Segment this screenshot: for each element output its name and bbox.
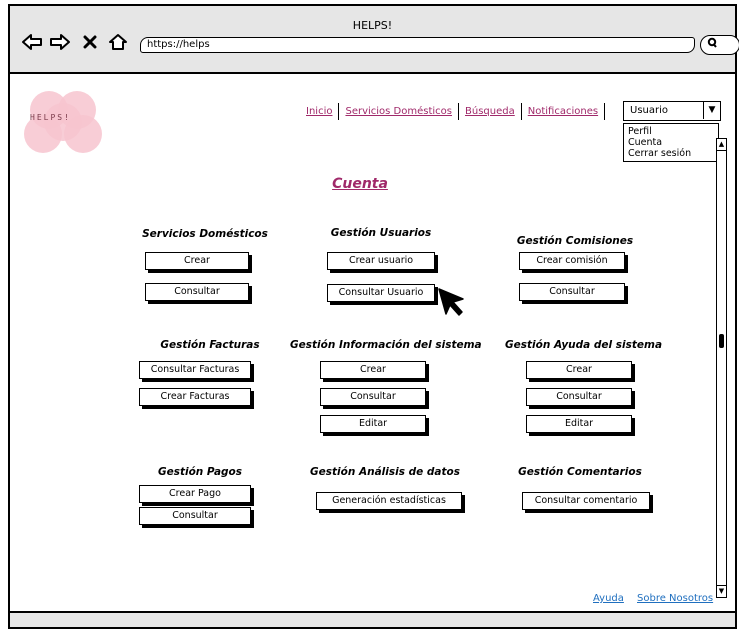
user-select[interactable]: Usuario ▼ [623, 101, 721, 121]
menu-item-cerrar-sesion[interactable]: Cerrar sesión [628, 148, 714, 159]
search-icon [707, 37, 717, 52]
footer-link-sobre-wrap: Sobre Nosotros [637, 593, 713, 604]
informacion-editar-button[interactable]: Editar [320, 415, 426, 433]
crear-facturas-button[interactable]: Crear Facturas [139, 388, 251, 406]
back-icon[interactable] [20, 30, 44, 54]
ayuda-crear-button[interactable]: Crear [526, 361, 632, 379]
pagos-consultar-button[interactable]: Consultar [139, 507, 251, 525]
footer-link-ayuda-wrap: Ayuda [593, 593, 624, 604]
servicios-consultar-button[interactable]: Consultar [145, 283, 249, 301]
section-heading-comentarios: Gestión Comentarios [518, 466, 642, 478]
section-heading-analisis: Gestión Análisis de datos [310, 466, 460, 478]
status-bar [10, 611, 735, 627]
nav-inicio[interactable]: Inicio [300, 106, 338, 117]
browser-toolbar: HELPS! https://helps [10, 6, 739, 74]
section-heading-servicios: Servicios Domésticos [142, 228, 268, 240]
chevron-down-icon[interactable]: ▼ [703, 102, 720, 119]
search-button[interactable] [700, 35, 739, 55]
nav-divider [604, 102, 606, 120]
ayuda-consultar-button[interactable]: Consultar [526, 388, 632, 406]
scroll-up-icon[interactable]: ▲ [717, 139, 726, 151]
section-heading-informacion: Gestión Información del sistema [290, 339, 482, 351]
mouse-cursor-icon [436, 286, 468, 322]
crear-usuario-button[interactable]: Crear usuario [327, 252, 435, 270]
generacion-estadisticas-button[interactable]: Generación estadísticas [316, 492, 462, 510]
servicios-crear-button[interactable]: Crear [145, 252, 249, 270]
user-select-value: Usuario [630, 105, 669, 116]
consultar-usuario-button[interactable]: Consultar Usuario [327, 284, 435, 302]
top-navigation: Inicio Servicios Domésticos Búsqueda Not… [300, 102, 606, 120]
scroll-down-icon[interactable]: ▼ [717, 585, 726, 597]
nav-servicios-domesticos[interactable]: Servicios Domésticos [339, 106, 458, 117]
consultar-comentario-button[interactable]: Consultar comentario [522, 492, 650, 510]
comisiones-consultar-button[interactable]: Consultar [519, 283, 625, 301]
consultar-facturas-button[interactable]: Consultar Facturas [139, 361, 251, 379]
informacion-crear-button[interactable]: Crear [320, 361, 426, 379]
forward-icon[interactable] [48, 30, 72, 54]
menu-item-perfil[interactable]: Perfil [628, 126, 714, 137]
nav-busqueda[interactable]: Búsqueda [459, 106, 521, 117]
section-heading-pagos: Gestión Pagos [157, 466, 243, 478]
browser-window: HELPS! https://helps [8, 4, 739, 629]
section-heading-usuarios: Gestión Usuarios [330, 227, 432, 239]
section-heading-ayuda: Gestión Ayuda del sistema [505, 339, 663, 351]
informacion-consultar-button[interactable]: Consultar [320, 388, 426, 406]
logo[interactable]: HELPS! [22, 91, 106, 153]
section-heading-facturas: Gestión Facturas [160, 339, 260, 351]
footer-link-ayuda[interactable]: Ayuda [593, 593, 624, 604]
url-text: https://helps [147, 39, 210, 50]
menu-item-cuenta[interactable]: Cuenta [628, 137, 714, 148]
footer-link-sobre-nosotros[interactable]: Sobre Nosotros [637, 593, 713, 604]
ayuda-editar-button[interactable]: Editar [526, 415, 632, 433]
nav-notificaciones[interactable]: Notificaciones [522, 106, 604, 117]
crear-pago-button[interactable]: Crear Pago [139, 485, 251, 503]
home-icon[interactable] [106, 30, 130, 54]
section-heading-comisiones: Gestión Comisiones [516, 235, 634, 247]
page-title: Cuenta [332, 176, 388, 192]
scroll-thumb[interactable] [719, 334, 724, 348]
close-icon[interactable] [80, 30, 100, 54]
user-dropdown-menu: Perfil Cuenta Cerrar sesión [623, 123, 719, 162]
logo-text: HELPS! [30, 113, 71, 122]
crear-comision-button[interactable]: Crear comisión [519, 252, 625, 270]
url-bar[interactable]: https://helps [140, 37, 695, 53]
scrollbar[interactable]: ▲ ▼ [716, 138, 727, 598]
